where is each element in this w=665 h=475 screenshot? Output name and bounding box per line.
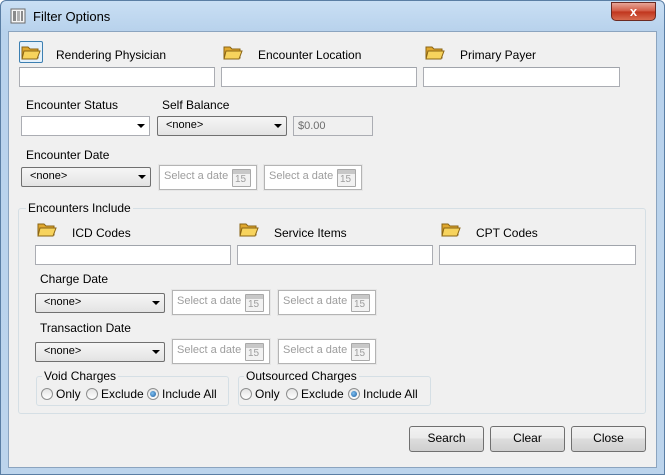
open-folder-icon <box>441 221 461 237</box>
clear-button[interactable]: Clear <box>490 426 565 452</box>
charge-date-to-picker[interactable]: Select a date 15 <box>277 289 377 316</box>
date-placeholder: Select a date <box>269 170 334 182</box>
calendar-icon[interactable]: 15 <box>351 343 370 361</box>
open-folder-icon <box>223 44 243 60</box>
transaction-date-label: Transaction Date <box>40 321 131 335</box>
calendar-icon[interactable]: 15 <box>351 294 370 312</box>
chevron-down-icon <box>152 350 160 354</box>
open-folder-icon <box>239 221 259 237</box>
calendar-icon[interactable]: 15 <box>245 343 264 361</box>
outsourced-charges-title: Outsourced Charges <box>244 369 359 383</box>
self-balance-amount: $0.00 <box>293 116 373 136</box>
icd-codes-field[interactable] <box>35 245 231 265</box>
open-folder-icon <box>37 221 57 237</box>
date-placeholder: Select a date <box>283 344 348 356</box>
transaction-date-value: <none> <box>44 345 82 357</box>
calendar-icon[interactable]: 15 <box>337 169 356 187</box>
void-charges-title: Void Charges <box>42 369 119 383</box>
date-placeholder: Select a date <box>177 344 242 356</box>
window-title: Filter Options <box>33 9 111 24</box>
chevron-down-icon <box>137 124 145 128</box>
chevron-down-icon <box>152 301 160 305</box>
self-balance-label: Self Balance <box>162 98 230 112</box>
self-balance-dropdown[interactable]: <none> <box>157 116 287 136</box>
date-placeholder: Select a date <box>177 295 242 307</box>
encounter-location-label: Encounter Location <box>258 48 362 62</box>
service-items-picker-button[interactable] <box>237 218 261 240</box>
outsourced-charges-only-radio[interactable]: Only <box>240 387 280 401</box>
calendar-icon[interactable]: 15 <box>232 169 251 187</box>
encounter-date-dropdown[interactable]: <none> <box>21 167 151 187</box>
charge-date-from-picker[interactable]: Select a date 15 <box>171 289 271 316</box>
icd-codes-label: ICD Codes <box>72 226 131 240</box>
encounter-status-dropdown[interactable] <box>21 116 150 136</box>
filter-options-window: Filter Options x Rendering Physician Enc… <box>0 0 665 475</box>
cpt-codes-picker-button[interactable] <box>439 218 463 240</box>
open-folder-icon <box>21 44 41 60</box>
cpt-codes-label: CPT Codes <box>476 226 538 240</box>
search-button[interactable]: Search <box>409 426 484 452</box>
void-charges-exclude-radio[interactable]: Exclude <box>86 387 144 401</box>
charge-date-value: <none> <box>44 296 82 308</box>
encounter-date-value: <none> <box>30 170 68 182</box>
rendering-physician-picker-button[interactable] <box>19 41 43 63</box>
icd-codes-picker-button[interactable] <box>35 218 59 240</box>
calendar-icon[interactable]: 15 <box>245 294 264 312</box>
primary-payer-picker-button[interactable] <box>423 41 447 63</box>
encounter-location-field[interactable] <box>221 67 417 87</box>
service-items-field[interactable] <box>237 245 433 265</box>
chevron-down-icon <box>274 124 282 128</box>
window-close-button[interactable]: x <box>611 2 656 21</box>
outsourced-charges-include-all-radio[interactable]: Include All <box>348 387 418 401</box>
close-icon: x <box>629 4 638 19</box>
open-folder-icon <box>425 44 445 60</box>
charge-date-label: Charge Date <box>40 272 109 286</box>
void-charges-include-all-radio[interactable]: Include All <box>147 387 217 401</box>
title-bar: Filter Options x <box>1 1 664 31</box>
transaction-date-to-picker[interactable]: Select a date 15 <box>277 338 377 365</box>
filter-window-icon <box>10 8 26 24</box>
encounters-include-title: Encounters Include <box>26 201 133 215</box>
primary-payer-field[interactable] <box>423 67 620 87</box>
service-items-label: Service Items <box>274 226 347 240</box>
void-charges-only-radio[interactable]: Only <box>41 387 81 401</box>
date-placeholder: Select a date <box>283 295 348 307</box>
rendering-physician-label: Rendering Physician <box>56 48 167 62</box>
transaction-date-dropdown[interactable]: <none> <box>35 342 165 362</box>
self-balance-value: <none> <box>166 119 204 131</box>
outsourced-charges-exclude-radio[interactable]: Exclude <box>286 387 344 401</box>
dialog-body: Rendering Physician Encounter Location P… <box>8 31 657 468</box>
cpt-codes-field[interactable] <box>439 245 636 265</box>
chevron-down-icon <box>138 175 146 179</box>
encounter-date-label: Encounter Date <box>26 148 110 162</box>
encounter-location-picker-button[interactable] <box>221 41 245 63</box>
close-button[interactable]: Close <box>571 426 646 452</box>
transaction-date-from-picker[interactable]: Select a date 15 <box>171 338 271 365</box>
charge-date-dropdown[interactable]: <none> <box>35 293 165 313</box>
encounter-status-label: Encounter Status <box>26 98 119 112</box>
primary-payer-label: Primary Payer <box>460 48 537 62</box>
rendering-physician-field[interactable] <box>19 67 215 87</box>
encounter-date-from-picker[interactable]: Select a date 15 <box>158 164 258 191</box>
encounter-date-to-picker[interactable]: Select a date 15 <box>263 164 363 191</box>
date-placeholder: Select a date <box>164 170 229 182</box>
